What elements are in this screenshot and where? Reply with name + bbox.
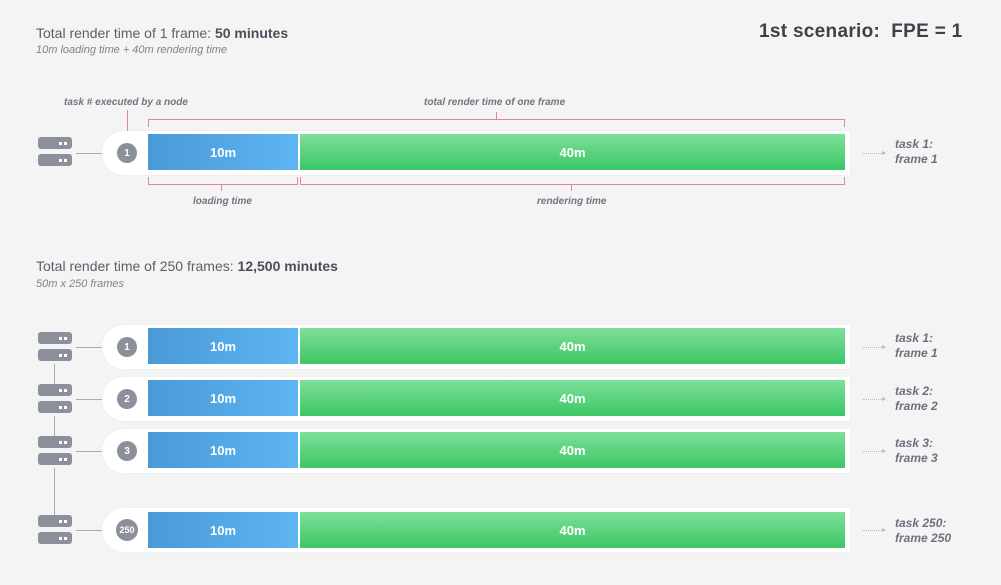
task-frame: frame 3 [895, 451, 938, 465]
task-number: task 2: [895, 384, 934, 398]
node-connector [76, 347, 102, 348]
task-label: task 1: frame 1 [895, 331, 938, 361]
bracket-loading-left [148, 177, 149, 185]
rendering-segment: 40m [300, 432, 845, 468]
header2-title-prefix: Total render time of 250 frames: [36, 258, 238, 274]
header-total-one-frame: Total render time of 1 frame: 50 minutes [36, 25, 288, 41]
node-connector [76, 451, 102, 452]
annotation-total-render: total render time of one frame [424, 97, 566, 108]
task-badge: 250 [116, 519, 138, 541]
header-title-prefix: Total render time of 1 frame: [36, 25, 215, 41]
bracket-total-tick [496, 112, 497, 119]
task-frame: frame 250 [895, 531, 952, 545]
task-badge: 3 [117, 441, 137, 461]
arrow-icon [863, 151, 886, 155]
arrow-icon [863, 449, 886, 453]
rendering-segment: 40m [300, 380, 845, 416]
task-number: task 1: [895, 137, 934, 151]
node-connector [76, 153, 102, 154]
bracket-rendering-right [844, 177, 845, 185]
task-badge: 1 [117, 337, 137, 357]
task-number: task 1: [895, 331, 934, 345]
arrow-icon [863, 345, 886, 349]
bracket-rendering-bottom [300, 184, 845, 185]
loading-segment: 10m [148, 328, 298, 364]
node-chain-link [54, 468, 55, 515]
annotation-task-executed: task # executed by a node [64, 97, 188, 108]
bracket-total-right [844, 119, 845, 127]
node-chain-link [54, 416, 55, 436]
task-label: task 250: frame 250 [895, 516, 951, 546]
header2-subtitle: 50m x 250 frames [36, 278, 125, 290]
task-label: task 2: frame 2 [895, 384, 938, 414]
task-number: task 3: [895, 436, 934, 450]
annotation-loading-time: loading time [193, 196, 252, 207]
node-connector [76, 399, 102, 400]
scenario-title: 1st scenario: FPE = 1 [759, 21, 963, 42]
bracket-rendering-left [300, 177, 301, 185]
header-total-all-frames: Total render time of 250 frames: 12,500 … [36, 258, 338, 274]
bracket-rendering-tick [571, 185, 572, 191]
header-title-value: 50 minutes [214, 25, 289, 41]
bracket-loading-bottom [148, 184, 298, 185]
rendering-segment: 40m [300, 328, 845, 364]
task-frame: frame 1 [895, 152, 938, 166]
task-label: task 1: frame 1 [895, 137, 938, 167]
header-subtitle: 10m loading time + 40m rendering time [36, 44, 228, 56]
server-icon [38, 515, 74, 547]
task-badge: 2 [117, 389, 137, 409]
task-frame: frame 1 [895, 346, 938, 360]
bracket-loading-right [297, 177, 298, 185]
task-number: task 250: [895, 516, 947, 530]
header2-title-value: 12,500 minutes [237, 258, 338, 274]
arrow-icon [863, 397, 886, 401]
bracket-total-left [148, 119, 149, 127]
server-icon [38, 384, 74, 416]
loading-segment: 10m [148, 380, 298, 416]
task-label: task 3: frame 3 [895, 436, 938, 466]
task-badge: 1 [117, 143, 137, 163]
rendering-segment: 40m [300, 512, 845, 548]
annotation-rendering-time: rendering time [537, 196, 607, 207]
loading-segment: 10m [148, 134, 298, 170]
server-icon [38, 137, 74, 169]
loading-segment: 10m [148, 512, 298, 548]
loading-segment: 10m [148, 432, 298, 468]
arrow-icon [863, 528, 886, 532]
rendering-segment: 40m [300, 134, 845, 170]
server-icon [38, 436, 74, 468]
task-frame: frame 2 [895, 399, 938, 413]
node-connector [76, 530, 102, 531]
bracket-total-top [148, 119, 845, 120]
node-chain-link [54, 364, 55, 384]
server-icon [38, 332, 74, 364]
bracket-loading-tick [221, 185, 222, 191]
